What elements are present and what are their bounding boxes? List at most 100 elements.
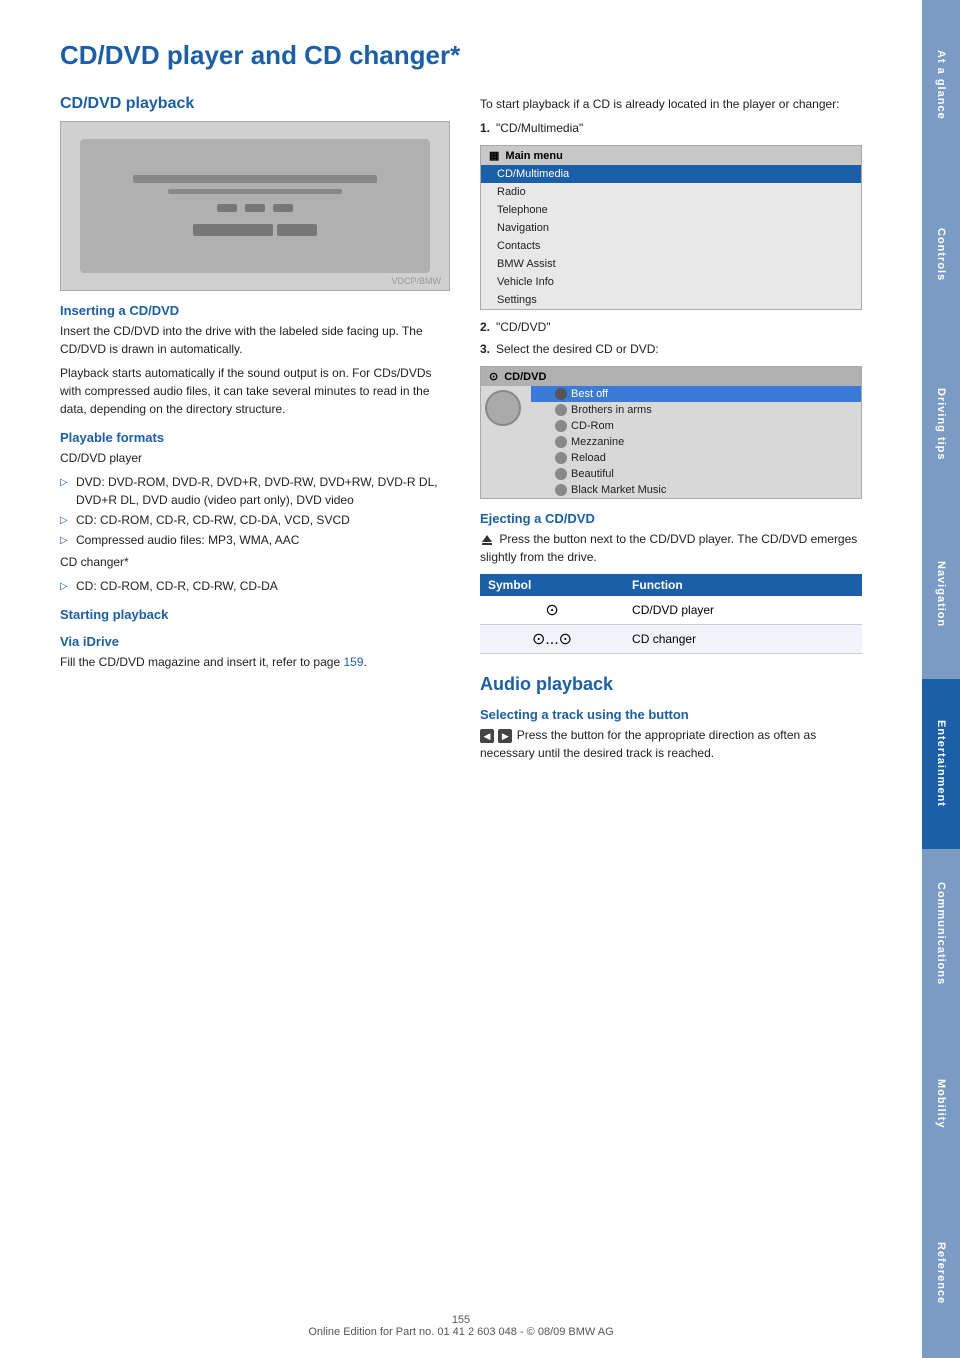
left-arrow-icon: ◀ <box>480 729 494 743</box>
selecting-track-heading: Selecting a track using the button <box>480 707 862 722</box>
step-3-label: 3. <box>480 340 490 358</box>
via-idrive-text: Fill the CD/DVD magazine and insert it, … <box>60 653 450 671</box>
side-navigation: At a glance Controls Driving tips Naviga… <box>922 0 960 1358</box>
main-menu-screenshot: ▦ Main menu CD/Multimedia Radio Telephon… <box>480 145 862 310</box>
formats-heading: Playable formats <box>60 430 450 445</box>
device-slot <box>133 175 377 183</box>
formats-label-2: CD changer* <box>60 553 450 571</box>
step-2: 2. "CD/DVD" <box>480 318 862 336</box>
symbol-table: Symbol Function ⊙ CD/DVD player ⊙...⊙ CD… <box>480 574 862 654</box>
cd-item-icon-5 <box>555 468 567 480</box>
selecting-track-text: ◀ ▶ Press the button for the appropriate… <box>480 726 862 762</box>
menu-item-5: BMW Assist <box>481 255 861 273</box>
eject-icon <box>480 533 494 547</box>
device-btn-3 <box>273 204 293 212</box>
cd-dvd-playback-heading: CD/DVD playback <box>60 95 450 113</box>
menu-item-7: Settings <box>481 291 861 309</box>
tab-mobility[interactable]: Mobility <box>922 1019 960 1189</box>
step-1-label: 1. <box>480 119 490 137</box>
intro-text: To start playback if a CD is already loc… <box>480 95 862 113</box>
step-3: 3. Select the desired CD or DVD: <box>480 340 862 358</box>
inserting-text-1: Insert the CD/DVD into the drive with th… <box>60 322 450 358</box>
footer-text: Online Edition for Part no. 01 41 2 603 … <box>308 1326 613 1338</box>
image-watermark: VDCP/BMW <box>392 276 442 286</box>
symbol-cell-0: ⊙ <box>480 596 624 625</box>
device-inner <box>80 139 429 273</box>
right-column: To start playback if a CD is already loc… <box>480 95 862 768</box>
cd-item-3: Mezzanine <box>531 434 861 450</box>
cd-dvd-screenshot: ⊙ CD/DVD Best off Brothers in arms <box>480 366 862 499</box>
cd-disc-area: Best off Brothers in arms CD-Rom Me <box>481 386 861 498</box>
menu-item-3: Navigation <box>481 219 861 237</box>
inserting-text-2: Playback starts automatically if the sou… <box>60 364 450 418</box>
audio-playback-heading: Audio playback <box>480 674 862 695</box>
changer-formats-list: CD: CD-ROM, CD-R, CD-RW, CD-DA <box>60 577 450 595</box>
two-column-layout: CD/DVD playback VDCP/BMW <box>60 95 862 768</box>
device-btn-1 <box>217 204 237 212</box>
cd-item-6: Black Market Music <box>531 482 861 498</box>
device-bar <box>193 224 273 236</box>
device-buttons <box>217 204 293 212</box>
cd-item-icon-1 <box>555 404 567 416</box>
list-item-cd: CD: CD-ROM, CD-R, CD-RW, CD-DA, VCD, SVC… <box>60 511 450 529</box>
ejecting-text: Press the button next to the CD/DVD play… <box>480 530 862 566</box>
cd-item-5: Beautiful <box>531 466 861 482</box>
device-image: VDCP/BMW <box>60 121 450 291</box>
steps-list: 1. "CD/Multimedia" <box>480 119 862 137</box>
cd-item-icon-6 <box>555 484 567 496</box>
menu-title-bar: ▦ Main menu <box>481 146 861 165</box>
page-title: CD/DVD player and CD changer* <box>60 40 862 71</box>
ejecting-heading: Ejecting a CD/DVD <box>480 511 862 526</box>
via-idrive-link[interactable]: 159 <box>343 655 363 669</box>
device-slot-2 <box>168 189 343 194</box>
cd-icon: ⊙ <box>489 370 498 383</box>
cd-title-bar: ⊙ CD/DVD <box>481 367 861 386</box>
cd-item-icon-0 <box>555 388 567 400</box>
device-bar-2 <box>277 224 317 236</box>
step-1: 1. "CD/Multimedia" <box>480 119 862 137</box>
tab-controls[interactable]: Controls <box>922 170 960 340</box>
menu-item-6: Vehicle Info <box>481 273 861 291</box>
cd-items-list: Best off Brothers in arms CD-Rom Me <box>531 386 861 498</box>
step-2-label: 2. <box>480 318 490 336</box>
cd-item-1: Brothers in arms <box>531 402 861 418</box>
right-arrow-icon: ▶ <box>498 729 512 743</box>
dvd-formats-list: DVD: DVD-ROM, DVD-R, DVD+R, DVD-RW, DVD+… <box>60 473 450 549</box>
symbol-col-header: Symbol <box>480 574 624 596</box>
inserting-heading: Inserting a CD/DVD <box>60 303 450 318</box>
list-item-changer: CD: CD-ROM, CD-R, CD-RW, CD-DA <box>60 577 450 595</box>
tab-entertainment[interactable]: Entertainment <box>922 679 960 849</box>
menu-item-2: Telephone <box>481 201 861 219</box>
device-btn-2 <box>245 204 265 212</box>
cd-item-0: Best off <box>531 386 861 402</box>
tab-driving-tips[interactable]: Driving tips <box>922 340 960 510</box>
tab-communications[interactable]: Communications <box>922 849 960 1019</box>
menu-icon: ▦ <box>489 149 499 162</box>
page-footer: 155 Online Edition for Part no. 01 41 2 … <box>0 1314 922 1338</box>
table-row: ⊙ CD/DVD player <box>480 596 862 625</box>
symbol-cell-1: ⊙...⊙ <box>480 625 624 654</box>
formats-label-1: CD/DVD player <box>60 449 450 467</box>
table-row: ⊙...⊙ CD changer <box>480 625 862 654</box>
list-item-dvd: DVD: DVD-ROM, DVD-R, DVD+R, DVD-RW, DVD+… <box>60 473 450 509</box>
cd-item-2: CD-Rom <box>531 418 861 434</box>
cd-item-icon-2 <box>555 420 567 432</box>
function-cell-0: CD/DVD player <box>624 596 862 625</box>
menu-item-0: CD/Multimedia <box>481 165 861 183</box>
cd-item-4: Reload <box>531 450 861 466</box>
function-cell-1: CD changer <box>624 625 862 654</box>
list-item-compressed: Compressed audio files: MP3, WMA, AAC <box>60 531 450 549</box>
page-number: 155 <box>452 1314 470 1326</box>
menu-item-1: Radio <box>481 183 861 201</box>
menu-item-4: Contacts <box>481 237 861 255</box>
steps-list-2: 2. "CD/DVD" 3. Select the desired CD or … <box>480 318 862 358</box>
cd-disc-visual <box>485 390 521 426</box>
cd-item-icon-4 <box>555 452 567 464</box>
tab-reference[interactable]: Reference <box>922 1188 960 1358</box>
left-column: CD/DVD playback VDCP/BMW <box>60 95 450 768</box>
tab-navigation[interactable]: Navigation <box>922 509 960 679</box>
via-idrive-heading: Via iDrive <box>60 634 450 649</box>
tab-at-a-glance[interactable]: At a glance <box>922 0 960 170</box>
function-col-header: Function <box>624 574 862 596</box>
device-row <box>193 224 317 236</box>
